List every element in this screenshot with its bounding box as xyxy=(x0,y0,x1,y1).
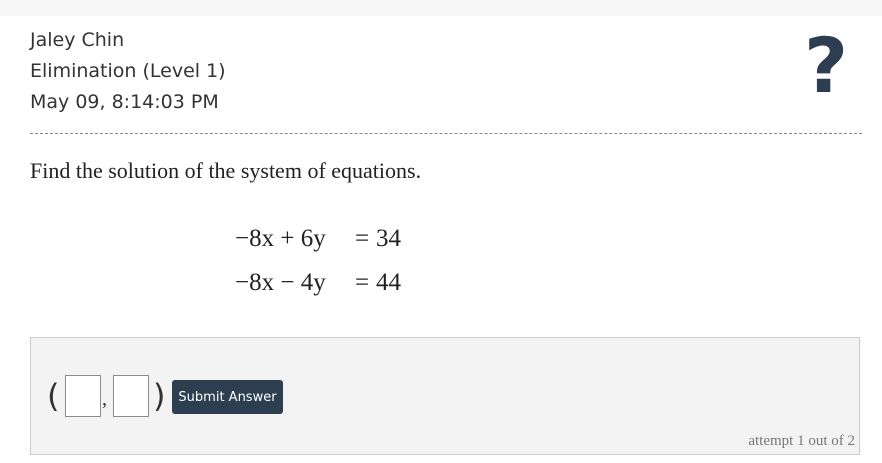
close-paren: ) xyxy=(153,377,166,415)
student-name: Jaley Chin xyxy=(30,29,125,51)
comma-separator: , xyxy=(102,388,107,410)
y-answer-input[interactable] xyxy=(113,375,149,417)
assignment-title: Elimination (Level 1) xyxy=(30,60,226,82)
equation-system: −8x + 6y = 34 −8x − 4y = 44 xyxy=(235,225,416,313)
x-answer-input[interactable] xyxy=(65,375,101,417)
assignment-header: Jaley Chin Elimination (Level 1) May 09,… xyxy=(30,25,226,118)
attempt-counter: attempt 1 out of 2 xyxy=(748,433,855,449)
equation-row: −8x − 4y = 44 xyxy=(235,269,416,313)
question-prompt: Find the solution of the system of equat… xyxy=(30,158,422,183)
equation-lhs: −8x + 6y xyxy=(235,225,326,252)
timestamp: May 09, 8:14:03 PM xyxy=(30,91,219,113)
top-bar xyxy=(0,0,882,16)
help-icon[interactable]: ? xyxy=(804,22,848,110)
equation-row: −8x + 6y = 34 xyxy=(235,225,416,269)
header-divider xyxy=(30,133,862,134)
equation-rhs: 34 xyxy=(376,225,401,252)
equation-lhs: −8x − 4y xyxy=(235,269,326,296)
equation-relation: = xyxy=(354,269,370,296)
open-paren: ( xyxy=(47,377,60,415)
answer-panel: ( , ) Submit Answer attempt 1 out of 2 xyxy=(30,337,860,455)
submit-answer-button[interactable]: Submit Answer xyxy=(172,380,283,414)
equation-rhs: 44 xyxy=(376,269,401,296)
equation-relation: = xyxy=(354,225,370,252)
